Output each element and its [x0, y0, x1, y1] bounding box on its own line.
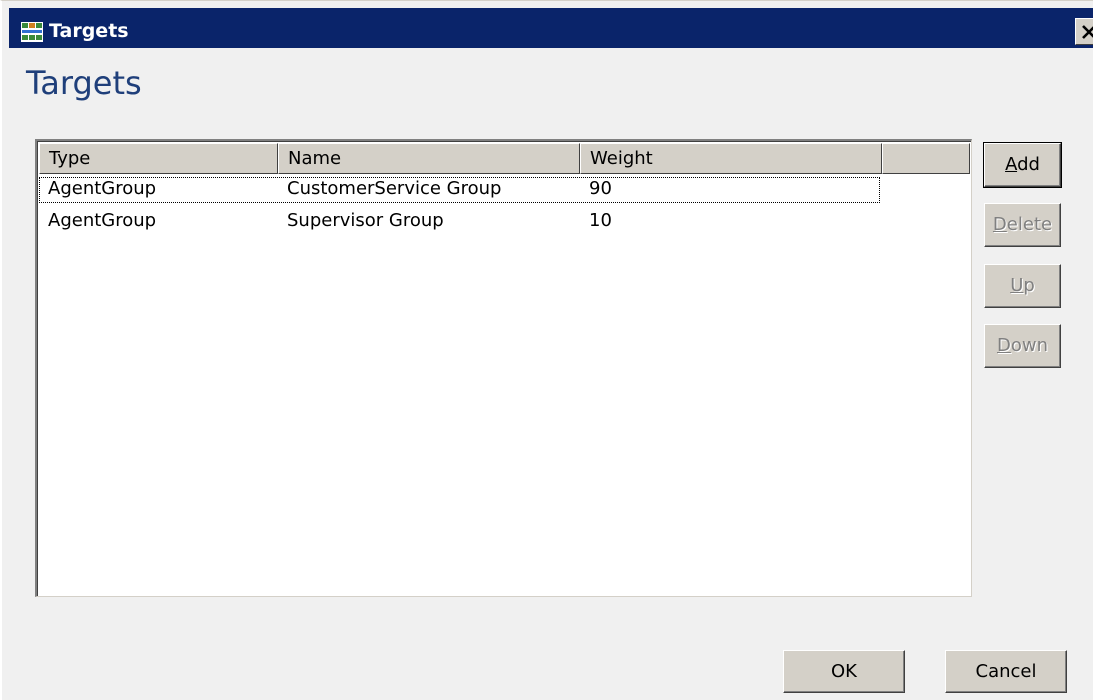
down-button[interactable]: Down	[984, 324, 1061, 368]
cell-weight: 90	[589, 178, 612, 199]
column-header-type[interactable]: Type	[39, 143, 278, 174]
column-header-filler	[882, 143, 970, 174]
delete-button[interactable]: Delete	[984, 203, 1061, 247]
table-row[interactable]: AgentGroup CustomerService Group 90	[39, 177, 880, 203]
close-button[interactable]	[1075, 18, 1093, 45]
add-button-label-rest: dd	[1017, 154, 1040, 175]
column-header-weight[interactable]: Weight	[580, 143, 882, 174]
close-icon	[1082, 25, 1093, 39]
up-button-label-rest: p	[1023, 275, 1035, 296]
page-title: Targets	[26, 64, 142, 102]
title-bar[interactable]: Targets	[9, 8, 1093, 48]
targets-dialog: Targets Targets Type Name Weight AgentGr…	[0, 0, 1093, 700]
grid-app-icon	[21, 22, 43, 42]
cancel-button[interactable]: Cancel	[945, 650, 1067, 693]
column-header-name[interactable]: Name	[278, 143, 580, 174]
window-title: Targets	[49, 20, 129, 42]
up-button-mnemonic: U	[1010, 275, 1024, 296]
delete-button-label-rest: elete	[1006, 214, 1053, 235]
cell-weight: 10	[589, 210, 612, 231]
ok-button[interactable]: OK	[783, 650, 905, 693]
add-button[interactable]: Add	[983, 142, 1062, 188]
down-button-mnemonic: D	[996, 335, 1011, 356]
add-button-mnemonic: A	[1005, 154, 1018, 175]
cell-type: AgentGroup	[48, 178, 157, 199]
cell-type: AgentGroup	[48, 210, 157, 231]
delete-button-mnemonic: D	[992, 214, 1007, 235]
up-button[interactable]: Up	[984, 264, 1061, 308]
column-header-row: Type Name Weight	[39, 143, 970, 174]
targets-list[interactable]: Type Name Weight AgentGroup CustomerServ…	[35, 139, 972, 597]
cell-name: Supervisor Group	[287, 210, 444, 231]
down-button-label-rest: own	[1010, 335, 1049, 356]
table-row[interactable]: AgentGroup Supervisor Group 10	[39, 209, 880, 235]
cell-name: CustomerService Group	[287, 178, 502, 199]
